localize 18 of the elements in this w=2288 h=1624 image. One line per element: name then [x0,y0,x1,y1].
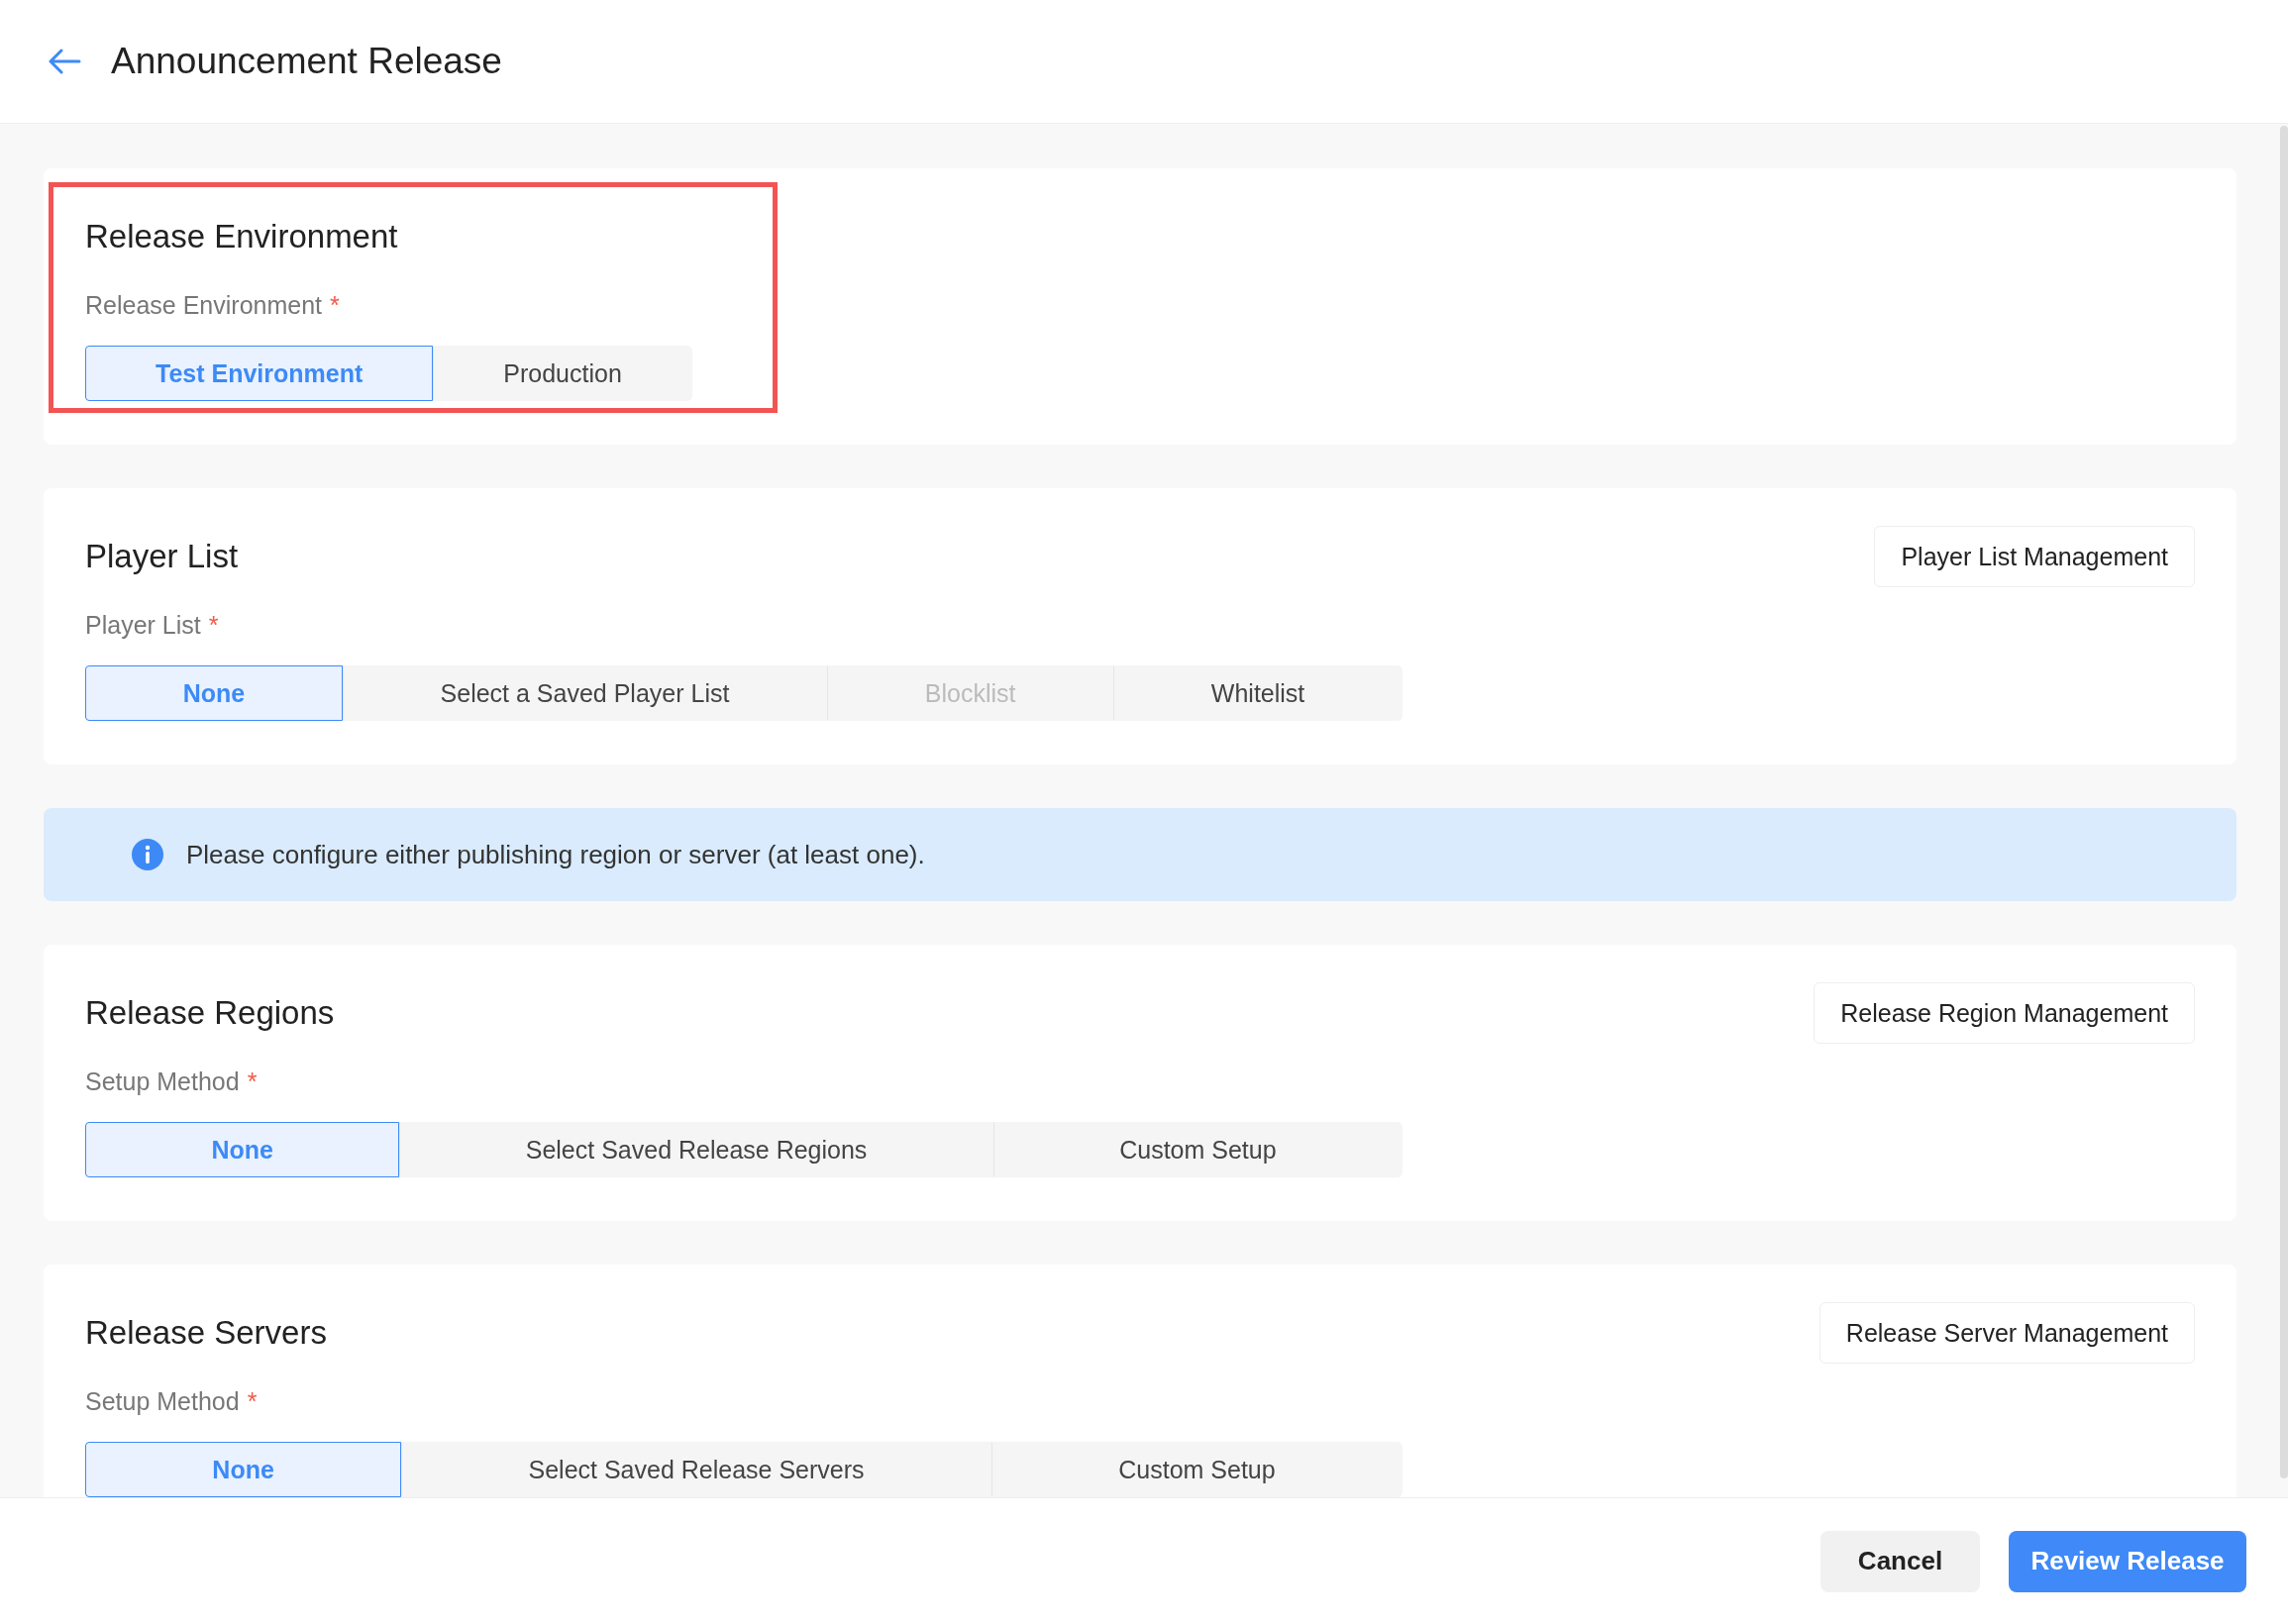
section-title: Release Regions [85,994,335,1032]
field-label: Player List [85,611,201,640]
required-mark: * [247,1387,258,1416]
section-title: Release Environment [85,218,398,255]
field-label: Setup Method [85,1067,240,1096]
notice-text: Please configure either publishing region or server (at least one). [186,839,925,870]
page-title: Announcement Release [111,41,502,82]
cancel-button[interactable]: Cancel [1820,1530,1980,1592]
management-button[interactable]: Player List Management [1874,526,2195,587]
required-mark: * [208,611,219,640]
required-mark: * [247,1067,258,1096]
section-title: Release Servers [85,1314,327,1352]
management-button[interactable]: Release Server Management [1819,1302,2195,1364]
management-button[interactable]: Release Region Management [1814,982,2195,1044]
required-mark: * [330,291,340,320]
section-title: Player List [85,538,239,575]
field-label: Setup Method [85,1387,240,1416]
field-label: Release Environment [85,291,322,320]
